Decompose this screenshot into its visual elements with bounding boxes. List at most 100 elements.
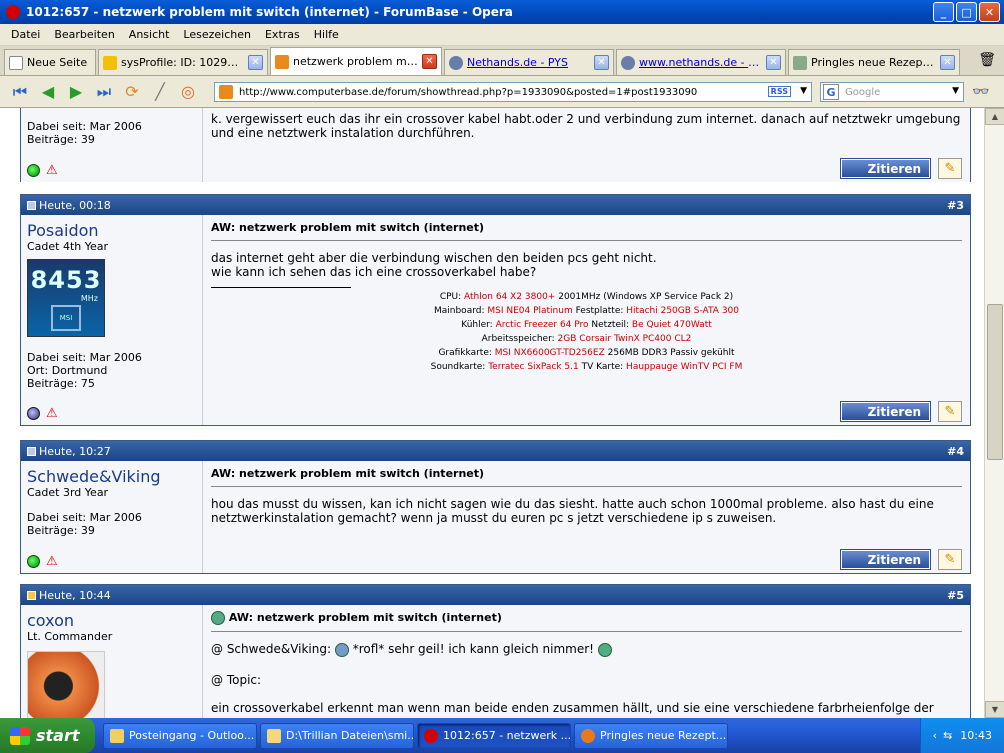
- tab-close-icon[interactable]: ✕: [940, 55, 955, 70]
- post-text-line3: ein crossoverkabel erkennt man wenn man …: [211, 700, 934, 715]
- start-button[interactable]: start: [0, 718, 95, 753]
- edit-icon[interactable]: ✎: [938, 549, 962, 570]
- tab-sysprofile[interactable]: sysProfile: ID: 10299 - = co... ✕: [98, 49, 268, 75]
- post-5: Heute, 10:44 #5 coxon Lt. Commander AW: …: [20, 584, 971, 718]
- rewind-icon[interactable]: ⏮: [8, 80, 32, 104]
- grin-smiley-icon: [597, 642, 612, 657]
- network-icon[interactable]: ⇆: [943, 729, 952, 742]
- quote-button[interactable]: Zitieren: [839, 401, 932, 422]
- sig-line: Arbeitsspeicher: 2GB Corsair TwinX PC400…: [481, 334, 692, 344]
- tab-nethands-pys[interactable]: Nethands.de - PYS ✕: [444, 49, 614, 75]
- window-titlebar: 1012:657 - netzwerk problem mit switch (…: [0, 0, 1004, 24]
- report-warning-icon[interactable]: ⚠: [46, 406, 58, 421]
- vertical-scrollbar[interactable]: ▲ ▼: [984, 108, 1004, 718]
- taskbar-item-outlook[interactable]: Posteingang - Outloo...: [103, 722, 257, 749]
- scroll-thumb[interactable]: [987, 304, 1003, 460]
- fast-forward-icon[interactable]: ⏭: [92, 80, 116, 104]
- post-number[interactable]: #5: [947, 589, 964, 602]
- user-joined: Dabei seit: Mar 2006: [27, 120, 142, 133]
- post-date: Heute, 10:44: [39, 588, 111, 602]
- computerbase-icon[interactable]: ◎: [176, 80, 200, 104]
- menu-datei[interactable]: Datei: [4, 28, 47, 41]
- username[interactable]: Schwede&Viking: [27, 467, 196, 486]
- taskbar-item-firefox[interactable]: Pringles neue Rezept...: [574, 722, 728, 749]
- trash-icon[interactable]: 🗑: [978, 52, 996, 68]
- menu-hilfe[interactable]: Hilfe: [307, 28, 346, 41]
- edit-icon[interactable]: ✎: [938, 401, 962, 422]
- address-dropdown-icon[interactable]: ▼: [800, 86, 807, 96]
- post-icon: [27, 591, 36, 600]
- tab-close-icon[interactable]: ✕: [766, 55, 781, 70]
- search-placeholder: Google: [845, 86, 881, 98]
- maximize-button[interactable]: □: [956, 2, 977, 22]
- opera-icon: [424, 728, 438, 743]
- menu-ansicht[interactable]: Ansicht: [122, 28, 177, 41]
- post-number[interactable]: #3: [947, 199, 964, 212]
- computerbase-favicon: [275, 54, 289, 69]
- user-rank: Lt. Commander: [27, 630, 113, 643]
- scroll-up-icon[interactable]: ▲: [985, 108, 1004, 125]
- search-field[interactable]: G Google ▼: [820, 82, 964, 102]
- sysprofile-favicon: [103, 55, 117, 70]
- post-icon: [27, 201, 36, 210]
- outlook-icon: [110, 728, 124, 743]
- post-icon: [27, 447, 36, 456]
- nethands-favicon: [449, 55, 463, 70]
- post-text-line1: das internet geht aber die verbindung wi…: [211, 251, 657, 265]
- pringles-favicon: [793, 55, 807, 70]
- post-3: Heute, 00:18 #3 Posaidon Cadet 4th Year …: [20, 194, 971, 426]
- minimize-button[interactable]: _: [933, 2, 954, 22]
- report-warning-icon[interactable]: ⚠: [46, 163, 58, 178]
- menu-extras[interactable]: Extras: [258, 28, 307, 41]
- sig-line: Kühler: Arctic Freezer 64 Pro Netzteil: …: [461, 320, 712, 330]
- tab-www-nethands[interactable]: www.nethands.de - PYS ✕: [616, 49, 786, 75]
- quote-button[interactable]: Zitieren: [839, 549, 932, 570]
- binoculars-icon[interactable]: 👓: [972, 84, 989, 100]
- page-icon: [9, 55, 23, 70]
- tab-close-icon[interactable]: ✕: [594, 55, 609, 70]
- tab-pringles[interactable]: Pringles neue Rezeptur O... ✕: [788, 49, 960, 75]
- tab-new-page[interactable]: Neue Seite: [4, 49, 96, 75]
- quote-button[interactable]: Zitieren: [839, 158, 932, 179]
- address-url: http://www.computerbase.de/forum/showthr…: [239, 86, 698, 98]
- tab-close-icon[interactable]: ✕: [248, 55, 263, 70]
- wand-icon[interactable]: ╱: [148, 80, 172, 104]
- scroll-down-icon[interactable]: ▼: [985, 701, 1004, 718]
- nethands-favicon: [621, 55, 635, 70]
- post-header: Heute, 10:44 #5: [21, 585, 970, 605]
- forward-icon[interactable]: ▶: [64, 80, 88, 104]
- back-icon[interactable]: ◀: [36, 80, 60, 104]
- taskbar-item-opera[interactable]: 1012:657 - netzwerk ...: [417, 722, 571, 749]
- clock[interactable]: 10:43: [960, 729, 992, 742]
- tab-close-icon[interactable]: ✕: [422, 54, 437, 69]
- username[interactable]: Posaidon: [27, 221, 196, 240]
- tray-arrow-icon[interactable]: ‹: [933, 729, 937, 742]
- signature-divider: [211, 287, 351, 288]
- menu-bearbeiten[interactable]: Bearbeiten: [47, 28, 121, 41]
- reload-icon[interactable]: ⟳: [120, 80, 144, 104]
- post-text: k. vergewissert euch das ihr ein crossov…: [211, 112, 961, 140]
- signature: CPU: Athlon 64 X2 3800+ 2001MHz (Windows…: [211, 290, 962, 374]
- taskbar: start Posteingang - Outloo... D:\Trillia…: [0, 718, 1004, 753]
- user-avatar: [27, 651, 105, 718]
- address-field[interactable]: http://www.computerbase.de/forum/showthr…: [214, 82, 812, 102]
- rss-badge[interactable]: RSS: [767, 86, 791, 97]
- report-warning-icon[interactable]: ⚠: [46, 554, 58, 569]
- post-number[interactable]: #4: [947, 445, 964, 458]
- post-header: Heute, 00:18 #3: [21, 195, 970, 215]
- taskbar-item-folder[interactable]: D:\Trillian Dateien\smi...: [260, 722, 414, 749]
- post-text-line2: wie kann ich sehen das ich eine crossove…: [211, 265, 537, 279]
- menu-lesezeichen[interactable]: Lesezeichen: [176, 28, 258, 41]
- page-content: Dabei seit: Mar 2006 Beiträge: 39 ⚠ k. v…: [0, 108, 984, 718]
- post-4: Heute, 10:27 #4 Schwede&Viking Cadet 3rd…: [20, 440, 971, 574]
- user-rank: Cadet 3rd Year: [27, 486, 109, 499]
- username[interactable]: coxon: [27, 611, 196, 630]
- edit-icon[interactable]: ✎: [938, 158, 962, 179]
- online-status-icon: [27, 555, 40, 568]
- search-dropdown-icon[interactable]: ▼: [952, 86, 959, 96]
- sig-line: CPU: Athlon 64 X2 3800+ 2001MHz (Windows…: [439, 292, 734, 302]
- post-date: Heute, 00:18: [39, 198, 111, 212]
- user-posts: Beiträge: 39: [27, 133, 95, 146]
- tab-netzwerk-problem[interactable]: netzwerk problem mit swi... ✕: [270, 47, 442, 75]
- close-window-button[interactable]: ✕: [979, 2, 1000, 22]
